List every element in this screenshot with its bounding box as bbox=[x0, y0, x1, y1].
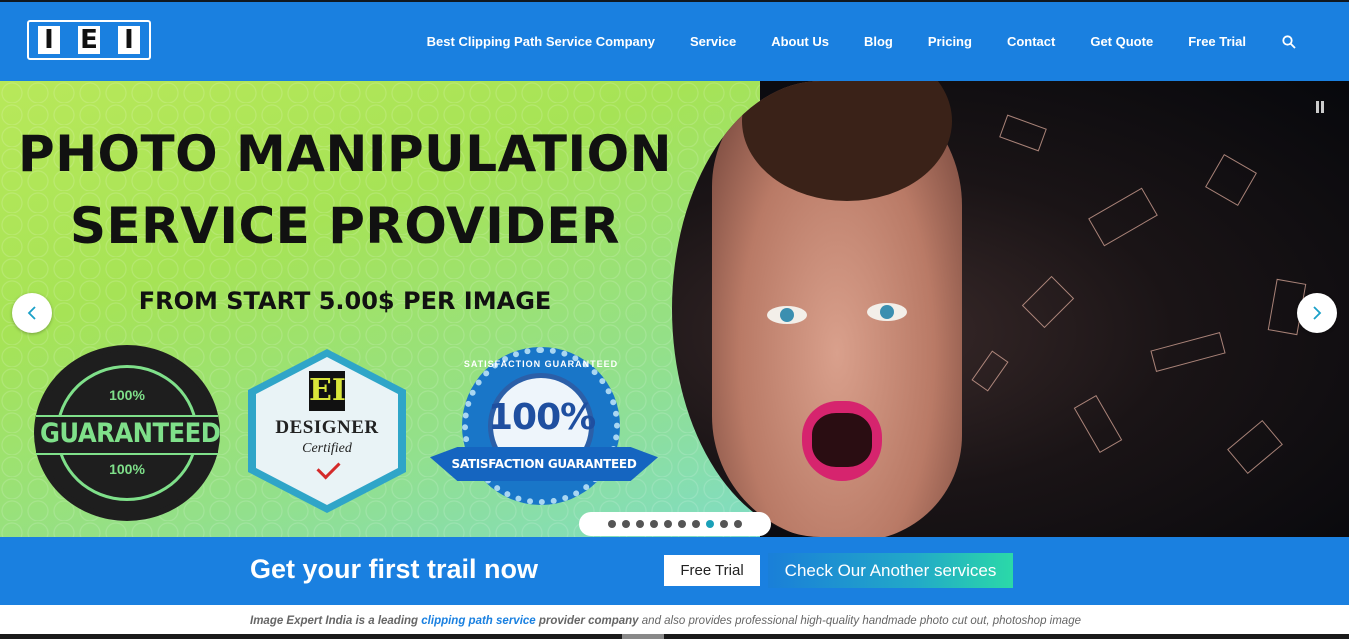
intro-text: Image Expert India is a leading clipping… bbox=[250, 615, 1250, 627]
eye-left bbox=[767, 306, 807, 324]
nav-free-trial[interactable]: Free Trial bbox=[1188, 34, 1246, 49]
intro-part2: provider company bbox=[535, 615, 639, 627]
hero-subtitle: FROM START 5.00$ PER IMAGE bbox=[138, 287, 552, 315]
eye-right bbox=[867, 303, 907, 321]
intro-part4: photo cut out, photoshop image bbox=[919, 615, 1081, 627]
intro-part3: and also provides professional high-qual… bbox=[638, 615, 920, 627]
badge-main-text: GUARANTEED bbox=[40, 418, 221, 449]
designer-badge: EI DESIGNER Certified bbox=[248, 349, 406, 513]
seal-percent: 100% bbox=[488, 397, 596, 438]
nav-get-quote[interactable]: Get Quote bbox=[1090, 34, 1153, 49]
intro-part1: Image Expert India is a leading bbox=[250, 615, 422, 627]
chevron-left-icon bbox=[27, 306, 36, 320]
slider-dot[interactable] bbox=[734, 520, 742, 528]
glass-shard bbox=[1227, 419, 1283, 475]
glass-shard bbox=[1073, 394, 1123, 454]
ribbon-text: SATISFACTION GUARANTEED bbox=[451, 457, 637, 471]
cta-title: Get your first trail now bbox=[250, 554, 539, 584]
slider-dot[interactable] bbox=[622, 520, 630, 528]
other-services-button[interactable]: Check Our Another services bbox=[768, 553, 1013, 588]
ei-mark: EI bbox=[309, 371, 346, 411]
glass-shard bbox=[1150, 332, 1226, 372]
slider-dot[interactable] bbox=[720, 520, 728, 528]
scroll-thumb[interactable] bbox=[622, 634, 664, 639]
hero-title-line2: SERVICE PROVIDER bbox=[70, 197, 620, 255]
satisfaction-badge: SATISFACTION GUARANTEED 100% SATISFACTIO… bbox=[430, 343, 658, 523]
guarantee-badge: 100% GUARANTEED 100% bbox=[36, 351, 221, 515]
badge-bottom-text: 100% bbox=[109, 461, 145, 477]
glass-shard bbox=[999, 114, 1047, 152]
slider-dot[interactable] bbox=[678, 520, 686, 528]
nav-contact[interactable]: Contact bbox=[1007, 34, 1055, 49]
hero-title-line1: PHOTO MANIPULATION bbox=[18, 125, 672, 183]
site-logo[interactable]: I E I bbox=[27, 20, 151, 60]
badge-top-text: 100% bbox=[109, 387, 145, 403]
glass-shard bbox=[1088, 187, 1158, 247]
main-nav: Best Clipping Path Service Company Servi… bbox=[392, 2, 1297, 81]
slider-dots bbox=[579, 512, 771, 536]
slider-dot[interactable] bbox=[692, 520, 700, 528]
bottom-scrollbar bbox=[0, 634, 1349, 639]
logo-letter: E bbox=[78, 26, 100, 54]
logo-letter: I bbox=[38, 26, 60, 54]
clipping-path-link[interactable]: clipping path service bbox=[421, 615, 535, 627]
seal-arc-text: SATISFACTION GUARANTEED bbox=[463, 359, 619, 369]
logo-letter: I bbox=[118, 26, 140, 54]
slider-dot[interactable] bbox=[636, 520, 644, 528]
slider-next-button[interactable] bbox=[1297, 293, 1337, 333]
slider-dot[interactable] bbox=[664, 520, 672, 528]
hero-slider: PHOTO MANIPULATION SERVICE PROVIDER FROM… bbox=[0, 81, 1349, 537]
slider-dot[interactable] bbox=[706, 520, 714, 528]
glass-shard bbox=[1021, 275, 1075, 329]
slider-dot[interactable] bbox=[608, 520, 616, 528]
glass-shard bbox=[1205, 154, 1257, 206]
slider-prev-button[interactable] bbox=[12, 293, 52, 333]
nav-blog[interactable]: Blog bbox=[864, 34, 893, 49]
nav-about-us[interactable]: About Us bbox=[771, 34, 829, 49]
nav-service[interactable]: Service bbox=[690, 34, 736, 49]
designer-text: DESIGNER bbox=[275, 417, 379, 438]
mouth-illustration bbox=[802, 401, 882, 481]
free-trial-button[interactable]: Free Trial bbox=[664, 555, 760, 586]
hero-image bbox=[672, 81, 1349, 537]
nav-pricing[interactable]: Pricing bbox=[928, 34, 972, 49]
pause-icon[interactable] bbox=[1316, 101, 1326, 113]
cta-bar: Get your first trail now Free Trial Chec… bbox=[0, 537, 1349, 605]
site-header: I E I Best Clipping Path Service Company… bbox=[0, 2, 1349, 81]
chevron-right-icon bbox=[1313, 306, 1322, 320]
search-icon[interactable] bbox=[1281, 34, 1297, 50]
certified-text: Certified bbox=[302, 441, 352, 456]
slider-dot[interactable] bbox=[650, 520, 658, 528]
nav-best-clipping-path[interactable]: Best Clipping Path Service Company bbox=[427, 34, 655, 49]
glass-shard bbox=[971, 350, 1009, 392]
